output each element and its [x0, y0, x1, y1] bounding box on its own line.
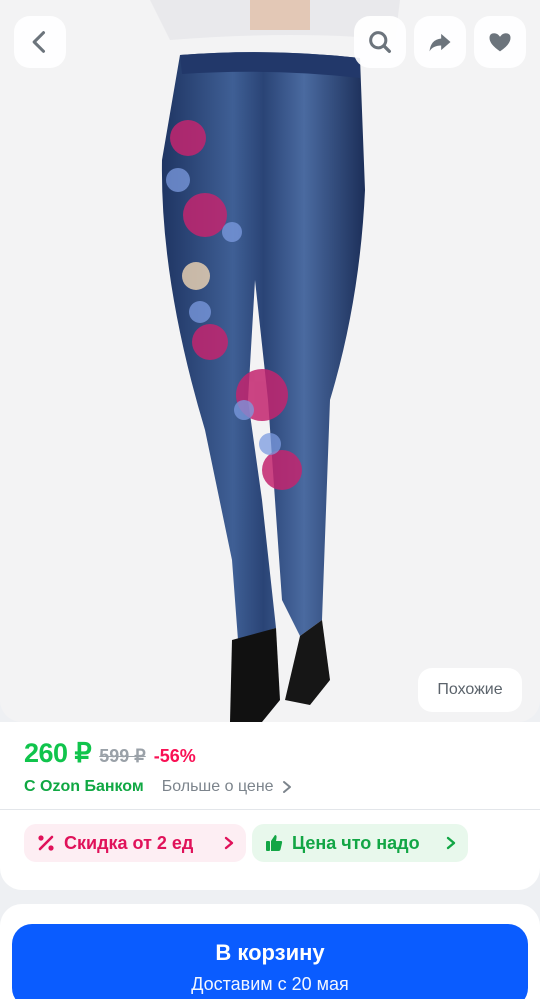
- product-photo[interactable]: [0, 0, 540, 722]
- product-gallery[interactable]: Похожие: [0, 0, 540, 722]
- chevron-right-icon: [282, 781, 291, 793]
- old-price: 599 ₽: [99, 746, 146, 766]
- similar-button[interactable]: Похожие: [418, 668, 522, 712]
- bank-price-label: С Ozon Банком: [24, 778, 144, 795]
- current-price: 260 ₽: [24, 738, 92, 768]
- heart-icon: [489, 33, 511, 52]
- favorite-button[interactable]: [474, 16, 526, 68]
- price-row: 260 ₽ 599 ₽ -56%: [24, 738, 196, 769]
- percent-icon: [38, 835, 54, 851]
- search-button[interactable]: [354, 16, 406, 68]
- share-button[interactable]: [414, 16, 466, 68]
- chip-good-price[interactable]: Цена что надо: [252, 824, 468, 862]
- cart-button-label: В корзину: [215, 940, 325, 965]
- chevron-right-icon: [446, 836, 456, 850]
- add-to-cart-button[interactable]: В корзину Доставим с 20 мая: [12, 924, 528, 999]
- discount-percent: -56%: [153, 746, 196, 766]
- price-card: 260 ₽ 599 ₽ -56% С Ozon Банком Больше о …: [0, 722, 540, 890]
- divider: [0, 809, 540, 810]
- delivery-date: Доставим с 20 мая: [191, 974, 349, 994]
- chip-label: Цена что надо: [292, 832, 420, 853]
- bank-row: С Ozon Банком Больше о цене: [24, 778, 292, 796]
- chevron-right-icon: [224, 836, 234, 850]
- search-icon: [369, 31, 391, 53]
- chip-label: Скидка от 2 ед: [64, 832, 194, 853]
- share-icon: [429, 33, 451, 52]
- more-about-price-link[interactable]: Больше о цене: [162, 778, 274, 796]
- chevron-left-icon: [32, 31, 46, 53]
- chip-bulk-discount[interactable]: Скидка от 2 ед: [24, 824, 246, 862]
- back-button[interactable]: [14, 16, 66, 68]
- thumbs-up-icon: [266, 835, 283, 851]
